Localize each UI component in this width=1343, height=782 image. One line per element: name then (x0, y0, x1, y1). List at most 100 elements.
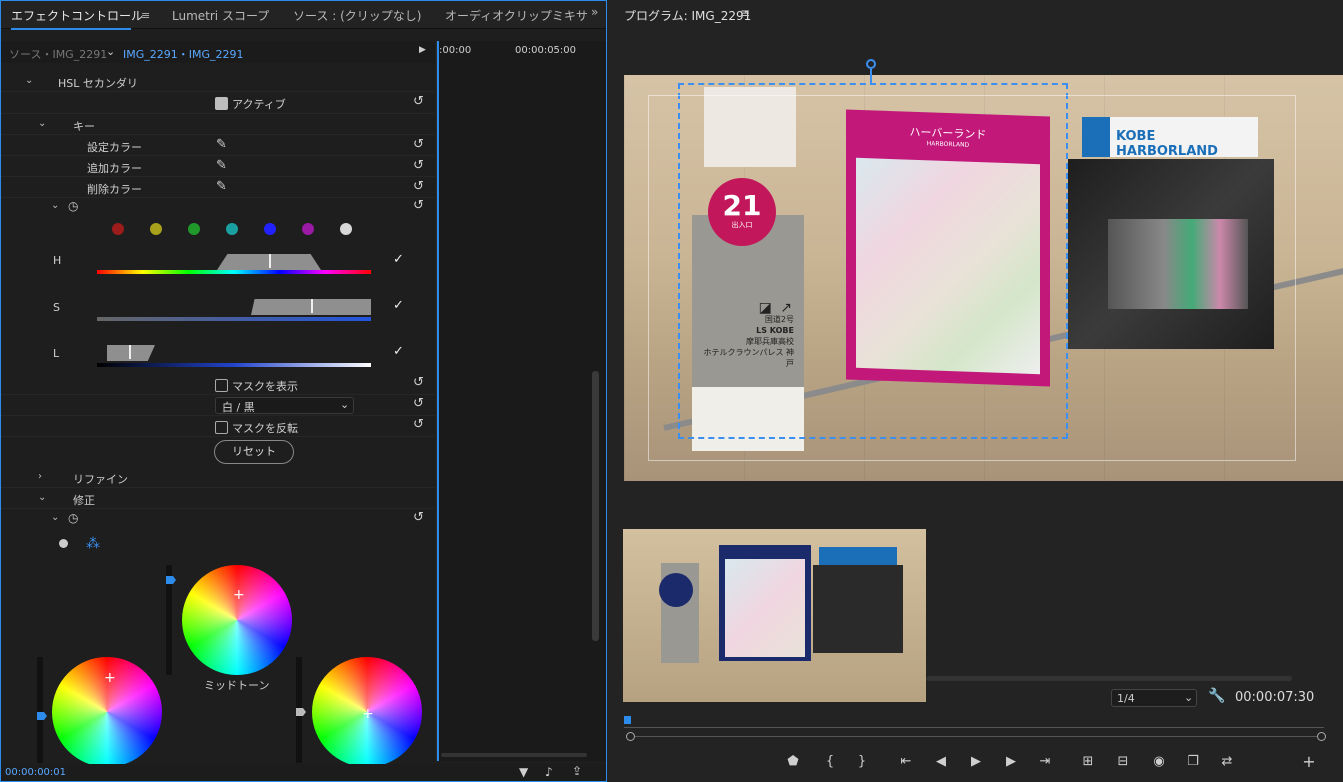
program-ruler[interactable] (624, 718, 1324, 728)
lift-icon[interactable]: ⊞ (1081, 755, 1095, 769)
add-button-icon[interactable]: + (1302, 754, 1316, 770)
effect-controls-panel: エフェクトコントロール ≡ Lumetri スコープ ソース : (クリップなし… (0, 0, 607, 782)
chevron-down-icon[interactable]: ⌄ (25, 75, 33, 86)
midtone-slider-handle[interactable] (166, 576, 176, 584)
reset-icon[interactable]: ↺ (413, 180, 427, 194)
chevron-down-icon[interactable]: ⌄ (38, 492, 46, 503)
rotate-handle[interactable] (866, 59, 876, 69)
play-icon[interactable]: ▶ (969, 755, 983, 769)
camera-icon[interactable]: ◉ (1152, 755, 1166, 769)
correction-label: 修正 (73, 494, 95, 507)
tab-hamburger-icon[interactable]: ≡ (141, 9, 150, 22)
highlight-slider-handle[interactable] (296, 708, 306, 716)
reference-thumbnail[interactable] (623, 529, 926, 702)
export-icon[interactable]: ⇪ (572, 764, 582, 778)
thumbnail-scrollbar[interactable] (926, 676, 1292, 681)
tab-lumetri-scopes[interactable]: Lumetri スコープ (172, 7, 269, 24)
hue-slider[interactable] (97, 270, 371, 274)
color-swatch-cyan[interactable] (226, 223, 238, 235)
audio-icon[interactable]: ♪ (545, 765, 553, 779)
show-mask-checkbox[interactable]: マスクを表示 (215, 378, 298, 394)
chevron-down-icon[interactable]: ⌄ (38, 118, 46, 129)
play-clip-icon[interactable]: ▶ (419, 45, 426, 55)
comparison-view-icon[interactable]: ❐ (1186, 755, 1200, 769)
color-swatch-magenta[interactable] (302, 223, 314, 235)
eyedropper-icon[interactable]: ✎ (216, 137, 227, 152)
crosshair-icon[interactable]: + (362, 706, 374, 722)
shadow-slider[interactable] (37, 657, 43, 763)
remove-color-label: 削除カラー (87, 183, 142, 196)
zoom-start-handle[interactable] (626, 732, 635, 741)
zoom-end-handle[interactable] (1317, 732, 1326, 741)
luminance-slider[interactable] (97, 363, 371, 367)
color-swatch-red[interactable] (112, 223, 124, 235)
marker-icon[interactable]: ⬟ (786, 755, 800, 769)
wrench-icon[interactable]: 🔧 (1208, 688, 1225, 704)
color-swatch-blue[interactable] (264, 223, 276, 235)
midtone-color-wheel[interactable] (182, 565, 292, 675)
effect-timeline[interactable]: :00:00 00:00:05:00 (436, 41, 606, 761)
active-checkbox[interactable]: アクティブ (215, 96, 286, 112)
hamburger-icon[interactable]: ≡ (740, 6, 750, 20)
l-check-icon[interactable]: ✓ (393, 344, 404, 359)
timeline-zoom-bar[interactable] (441, 753, 587, 757)
program-timecode: 00:00:07:30 (1235, 690, 1315, 705)
crosshair-icon[interactable]: + (104, 670, 116, 686)
swap-icon[interactable]: ⇄ (1220, 755, 1234, 769)
tab-effect-controls[interactable]: エフェクトコントロール (11, 7, 143, 24)
go-to-in-icon[interactable]: ⇤ (899, 755, 913, 769)
eyedropper-icon[interactable]: ✎ (216, 158, 227, 173)
hsl-row: ⌄ HSL セカンダリ (1, 71, 435, 92)
eyedropper-icon[interactable]: ✎ (216, 179, 227, 194)
reset-icon[interactable]: ↺ (413, 418, 427, 432)
filter-icon[interactable]: ▼ (519, 765, 528, 779)
go-to-out-icon[interactable]: ⇥ (1038, 755, 1052, 769)
chevron-right-icon[interactable]: › (38, 471, 42, 482)
step-forward-icon[interactable]: ▶ (1004, 755, 1018, 769)
extract-icon[interactable]: ⊟ (1116, 755, 1130, 769)
invert-mask-checkbox[interactable]: マスクを反転 (215, 420, 298, 436)
crosshair-icon[interactable]: + (233, 587, 245, 603)
reset-icon[interactable]: ↺ (413, 397, 427, 411)
scrollbar[interactable] (592, 371, 599, 641)
zoom-bar[interactable] (635, 736, 1317, 737)
l-range-handle[interactable] (107, 345, 155, 361)
active-tab-underline (11, 28, 131, 30)
mark-out-icon[interactable]: } (855, 755, 869, 769)
reset-icon[interactable]: ↺ (413, 511, 427, 525)
h-range-handle[interactable] (217, 244, 321, 270)
tab-source[interactable]: ソース : (クリップなし) (293, 7, 421, 24)
three-wheels-icon[interactable]: ⁂ (86, 536, 100, 552)
color-swatch-yellow[interactable] (150, 223, 162, 235)
mark-in-icon[interactable]: { (823, 755, 837, 769)
chevron-down-icon[interactable]: ⌄ (106, 45, 115, 58)
current-time[interactable]: 00:00:00:01 (5, 767, 66, 778)
h-check-icon[interactable]: ✓ (393, 252, 404, 267)
reset-icon[interactable]: ↺ (413, 95, 427, 109)
stopwatch-icon[interactable]: ◷ (68, 511, 78, 525)
reset-button[interactable]: リセット (214, 440, 294, 464)
zoom-select[interactable]: 1/4 ⌄ (1111, 689, 1197, 707)
saturation-slider[interactable] (97, 317, 371, 321)
stopwatch-icon[interactable]: ◷ (68, 199, 78, 213)
playhead-line[interactable] (437, 41, 439, 761)
remove-color-row: 削除カラー ✎ ↺ (1, 177, 435, 198)
clip-label[interactable]: IMG_2291・IMG_2291 (123, 46, 244, 62)
color-swatch-green[interactable] (188, 223, 200, 235)
program-video[interactable]: ◪ ↗ 国道2号 LS KOBE 摩耶兵庫高校 ホテルクラウンパレス 神戸 21… (624, 75, 1343, 481)
tab-audio-mixer[interactable]: オーディオクリップミキサ (445, 7, 588, 24)
more-tabs-icon[interactable]: » (591, 5, 598, 19)
reset-icon[interactable]: ↺ (413, 159, 427, 173)
mask-mode-select[interactable]: 白 / 黒 ⌄ (215, 397, 354, 414)
reset-icon[interactable]: ↺ (413, 199, 427, 213)
step-back-icon[interactable]: ◀ (934, 755, 948, 769)
single-wheel-icon[interactable] (59, 539, 68, 548)
shadow-slider-handle[interactable] (37, 712, 47, 720)
reset-icon[interactable]: ↺ (413, 138, 427, 152)
mask-mode-row: 白 / 黒 ⌄ ↺ (1, 395, 435, 416)
show-mask-label: マスクを表示 (232, 380, 298, 393)
program-playhead[interactable] (624, 716, 631, 724)
s-check-icon[interactable]: ✓ (393, 298, 404, 313)
color-swatch-white[interactable] (340, 223, 352, 235)
reset-icon[interactable]: ↺ (413, 376, 427, 390)
